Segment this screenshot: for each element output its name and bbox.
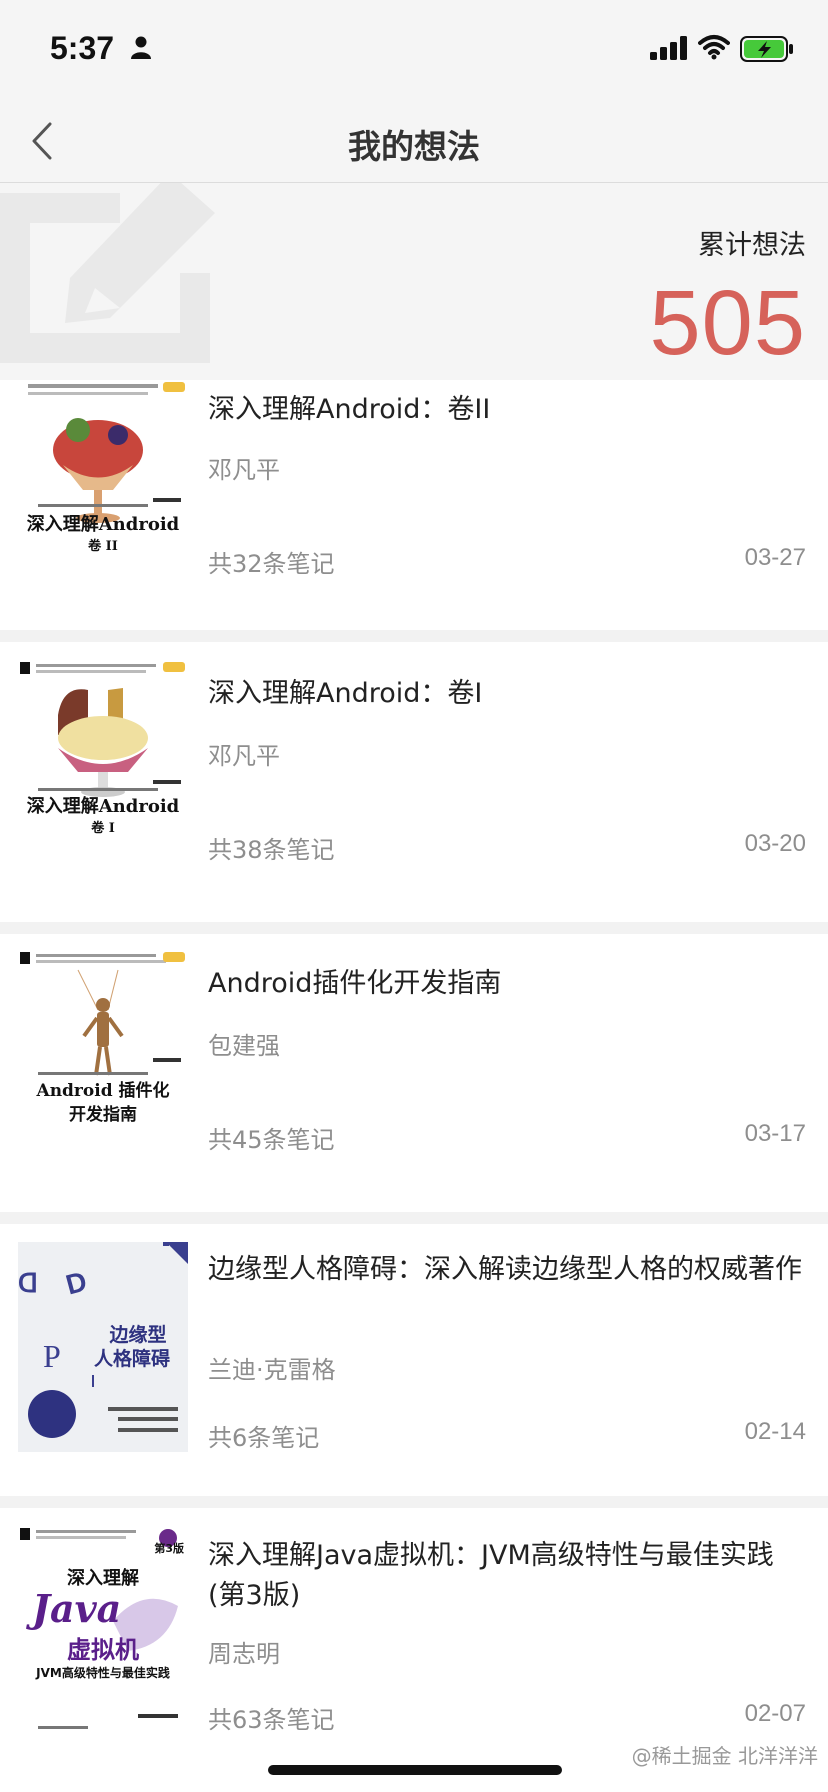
note-date: 03-17 (744, 1120, 806, 1147)
notes-summary: 累计想法 505 (0, 183, 828, 380)
summary-label: 累计想法 (698, 230, 806, 261)
edit-note-icon (0, 183, 230, 380)
cover-title: 深入理解Android (26, 796, 180, 817)
book-title: 深入理解Android：卷II (208, 394, 491, 425)
cover-title: Android 插件化 (36, 1081, 170, 1101)
cover-title: 边缘型 (109, 1324, 167, 1346)
divider (0, 922, 828, 934)
summary-count: 505 (649, 272, 806, 374)
book-title: 深入理解Java虚拟机：JVM高级特性与最佳实践(第3版) (208, 1540, 774, 1611)
svg-text:ᗡ: ᗡ (18, 1268, 38, 1298)
cover-tagline: JVM高级特性与最佳实践 (36, 1666, 170, 1680)
note-count: 共45条笔记 (208, 1126, 335, 1154)
cover-subtitle: 虚拟机 (67, 1636, 139, 1664)
battery-charging-icon (740, 36, 794, 66)
book-author: 包建强 (208, 1032, 280, 1060)
note-date: 03-20 (744, 830, 806, 857)
book-cover: 深入理解Android 卷 I (18, 660, 188, 888)
divider (0, 1496, 828, 1508)
cover-edition: 第3版 (154, 1542, 184, 1555)
cover-subtitle: 卷 I (91, 821, 115, 836)
cover-subtitle: 开发指南 (69, 1105, 137, 1125)
book-cover: Android 插件化 开发指南 (18, 950, 188, 1178)
book-item[interactable]: Android 插件化 开发指南 Android插件化开发指南 包建强 共45条… (0, 934, 828, 1212)
book-title: Android插件化开发指南 (208, 968, 502, 999)
home-indicator[interactable] (268, 1765, 562, 1775)
nav-bar: 我的想法 (0, 100, 828, 183)
note-count: 共38条笔记 (208, 836, 335, 864)
note-count: 共6条笔记 (208, 1424, 320, 1452)
cellular-signal-icon (650, 36, 690, 64)
note-date: 02-07 (744, 1700, 806, 1727)
book-cover: 深入理解Android 卷 II (18, 380, 188, 608)
book-author: 周志明 (208, 1640, 280, 1668)
cover-subtitle: 卷 II (88, 539, 118, 554)
wifi-icon (698, 34, 730, 64)
source-watermark: @稀土掘金 北洋洋洋 (631, 1744, 818, 1768)
book-cover: 第3版 深入理解 Java 虚拟机 JVM高级特性与最佳实践 (18, 1526, 188, 1754)
book-cover: ᗡ D P 边缘型 人格障碍 (18, 1242, 188, 1452)
book-item[interactable]: ᗡ D P 边缘型 人格障碍 边缘型人格障碍：深入解读边缘型人格的权威著作 兰迪… (0, 1224, 828, 1496)
cover-subtitle: 人格障碍 (93, 1348, 170, 1370)
cover-title: 深入理解Android (26, 514, 180, 535)
note-date: 03-27 (744, 544, 806, 571)
svg-text:P: P (43, 1338, 61, 1374)
book-title: 深入理解Android：卷I (208, 678, 483, 709)
note-count: 共32条笔记 (208, 550, 335, 578)
cover-lang: Java (32, 1586, 122, 1631)
status-bar: 5:37 (0, 0, 828, 100)
person-icon (130, 36, 152, 64)
book-author: 邓凡平 (208, 456, 280, 484)
divider (0, 1212, 828, 1224)
page-title: 我的想法 (348, 127, 480, 166)
book-author: 邓凡平 (208, 742, 280, 770)
divider (0, 630, 828, 642)
note-date: 02-14 (744, 1418, 806, 1445)
status-time: 5:37 (50, 30, 115, 66)
book-author: 兰迪·克雷格 (208, 1356, 336, 1384)
book-item[interactable]: 深入理解Android 卷 II 深入理解Android：卷II 邓凡平 共32… (0, 380, 828, 630)
note-count: 共63条笔记 (208, 1706, 335, 1734)
book-item[interactable]: 深入理解Android 卷 I 深入理解Android：卷I 邓凡平 共38条笔… (0, 642, 828, 922)
book-title: 边缘型人格障碍：深入解读边缘型人格的权威著作 (208, 1254, 802, 1285)
